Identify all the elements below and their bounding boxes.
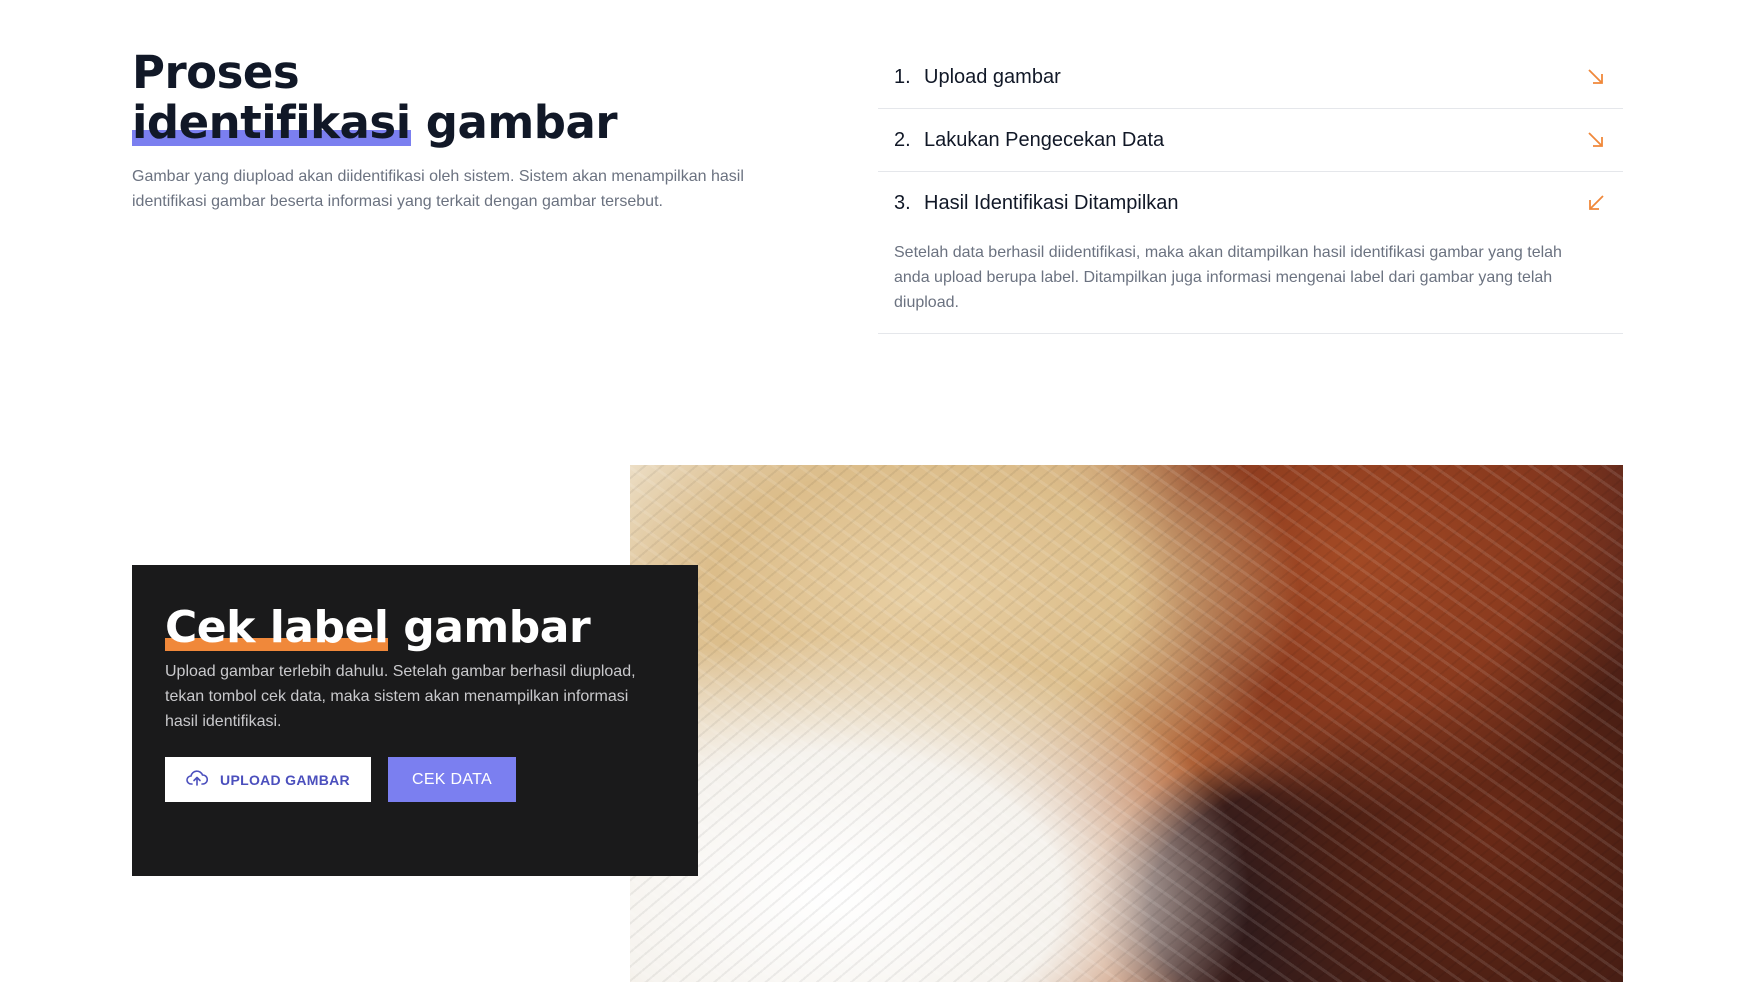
process-title-line1: Proses [132,46,300,99]
step-header-check[interactable]: 2. Lakukan Pengecekan Data [878,109,1623,171]
step-item-check: 2. Lakukan Pengecekan Data [878,109,1623,172]
cloud-upload-icon [186,769,209,791]
arrow-down-left-icon[interactable] [1585,192,1607,214]
step-body-result: Setelah data berhasil diidentifikasi, ma… [894,244,1562,311]
step-header-result[interactable]: 3. Hasil Identifikasi Ditampilkan [878,172,1623,234]
step-header-upload[interactable]: 1. Upload gambar [878,46,1623,108]
upload-image-button[interactable]: UPLOAD GAMBAR [165,757,371,802]
process-steps-accordion: 1. Upload gambar 2. Lakukan Pengecekan D… [878,46,1623,334]
process-description: Gambar yang diupload akan diidentifikasi… [132,168,744,210]
check-description: Upload gambar terlebih dahulu. Setelah g… [165,663,636,730]
step-label: Hasil Identifikasi Ditampilkan [924,191,1179,214]
step-item-result: 3. Hasil Identifikasi Ditampilkan Setela… [878,172,1623,334]
process-title: Proses identifikasi gambar [132,46,618,149]
check-data-button[interactable]: CEK DATA [388,757,516,802]
step-number: 3. [894,191,911,214]
step-number: 1. [894,65,911,88]
rice-photo [630,465,1623,982]
check-actions: UPLOAD GAMBAR CEK DATA [165,757,665,802]
check-title-highlight: Cek label [165,602,389,653]
step-label: Upload gambar [924,65,1061,88]
step-label: Lakukan Pengecekan Data [924,128,1165,151]
process-title-highlight: identifikasi [132,96,411,149]
check-title-rest: gambar [388,602,591,653]
upload-button-label: UPLOAD GAMBAR [220,771,350,788]
step-item-upload: 1. Upload gambar [878,46,1623,109]
check-card: Cek label gambar Upload gambar terlebih … [132,565,698,876]
check-title: Cek label gambar [165,603,665,653]
arrow-down-right-icon[interactable] [1585,129,1607,151]
process-title-rest: gambar [410,96,618,149]
step-number: 2. [894,128,911,151]
arrow-down-right-icon[interactable] [1585,66,1607,88]
